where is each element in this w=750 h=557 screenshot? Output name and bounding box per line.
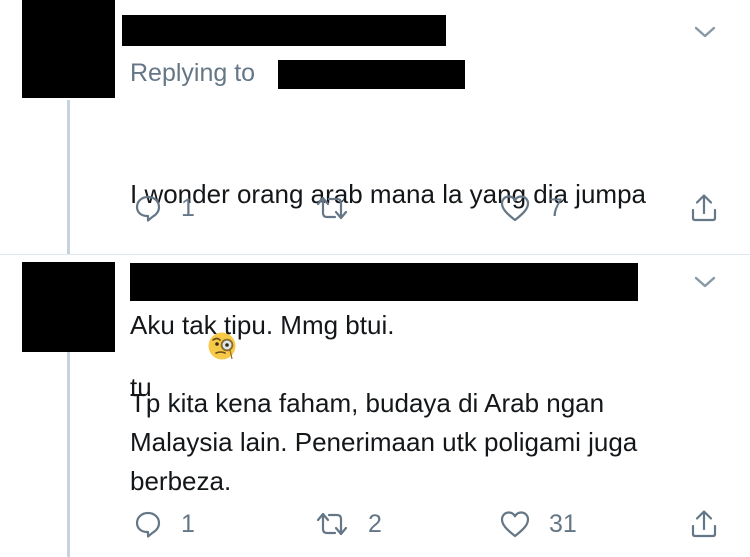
reply-icon — [135, 511, 161, 538]
chevron-down-icon[interactable] — [692, 272, 718, 292]
author-name-redacted[interactable] — [122, 15, 446, 46]
tweet-text-line-1: I wonder orang arab mana la yang dia jum… — [130, 179, 646, 209]
retweet-button[interactable] — [314, 193, 368, 223]
avatar-redacted[interactable] — [22, 262, 115, 352]
like-button[interactable]: 7 — [499, 193, 563, 223]
replying-to-label: Replying to — [130, 59, 256, 87]
reply-count: 1 — [181, 509, 195, 538]
retweet-button[interactable]: 2 — [314, 509, 382, 539]
replying-to: Replying to — [130, 59, 255, 88]
tweet-text: Aku tak tipu. Mmg btui. Tp kita kena fah… — [130, 310, 638, 496]
reply-button[interactable]: 1 — [133, 509, 195, 539]
retweet-icon — [316, 196, 348, 220]
share-icon[interactable] — [689, 508, 719, 540]
like-count: 31 — [549, 509, 577, 538]
heart-icon — [500, 511, 530, 538]
reply-button[interactable]: 1 — [133, 193, 195, 223]
avatar-redacted[interactable] — [22, 0, 115, 98]
heart-icon — [500, 195, 530, 222]
share-icon[interactable] — [689, 192, 719, 224]
chevron-down-icon[interactable] — [692, 22, 718, 42]
retweet-count: 2 — [368, 509, 382, 538]
like-count: 7 — [549, 193, 563, 222]
thread-line — [67, 100, 70, 254]
thread-line — [67, 352, 70, 557]
author-name-redacted[interactable] — [130, 263, 638, 301]
reply-icon — [135, 195, 161, 222]
reply-count: 1 — [181, 193, 195, 222]
retweet-icon — [316, 512, 348, 536]
tweet-divider — [0, 254, 750, 255]
like-button[interactable]: 31 — [499, 509, 577, 539]
replying-to-handle-redacted[interactable] — [278, 60, 465, 89]
